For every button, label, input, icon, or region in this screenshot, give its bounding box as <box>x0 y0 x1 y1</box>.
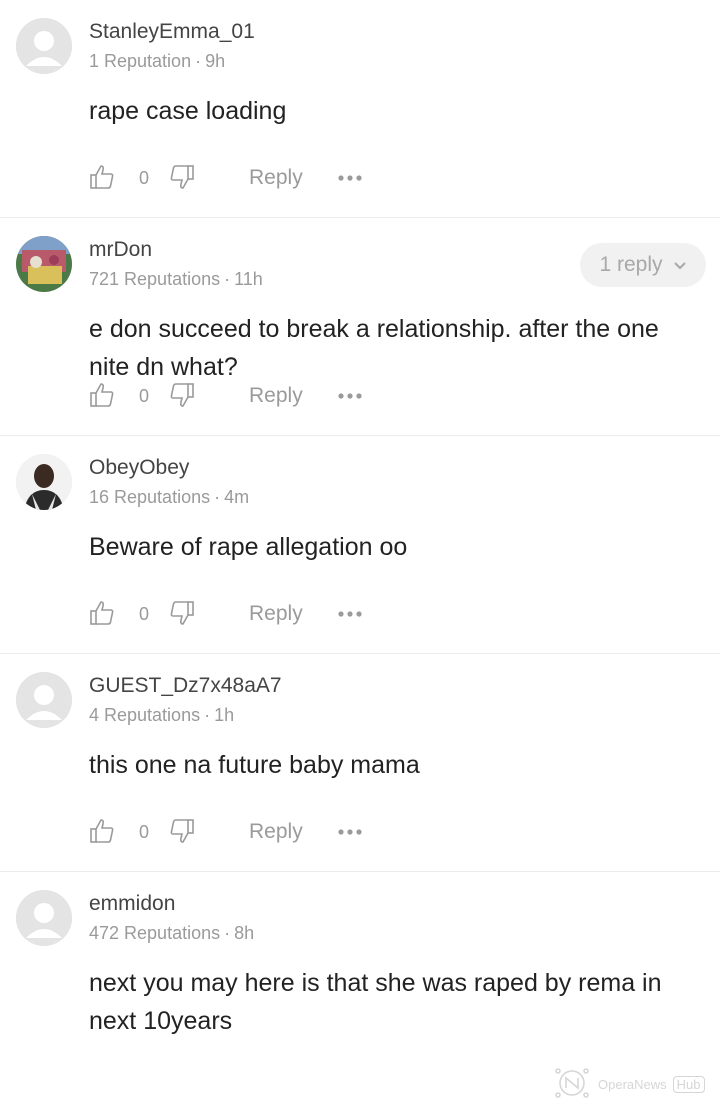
reply-button[interactable]: Reply <box>249 384 303 408</box>
more-dots-icon[interactable] <box>337 606 363 624</box>
reply-button[interactable]: Reply <box>249 820 303 844</box>
comment-time: 9h <box>205 51 226 71</box>
comment-username[interactable]: StanleyEmma_01 <box>89 20 255 44</box>
watermark-hub: Hub <box>672 1075 705 1093</box>
replies-count: 1 reply <box>599 253 663 276</box>
meta-separator: · <box>195 51 202 71</box>
comment-item: ObeyObey 16 Reputations · 4m Beware of rap… <box>0 436 720 654</box>
comment-username[interactable]: emmidon <box>89 892 175 916</box>
thumbs-down-icon[interactable] <box>169 164 195 195</box>
default-avatar-icon[interactable] <box>16 890 72 946</box>
meta-separator: · <box>224 923 231 943</box>
reply-button[interactable]: Reply <box>249 166 303 190</box>
like-count: 0 <box>139 386 150 406</box>
like-count: 0 <box>139 168 150 188</box>
user-photo-avatar[interactable] <box>16 454 72 510</box>
comment-username[interactable]: mrDon <box>89 238 152 262</box>
watermark-brand: OperaNews <box>598 1076 667 1092</box>
chevron-down-icon <box>673 253 687 277</box>
comment-meta: 1 Reputation · 9h <box>89 51 225 72</box>
comment-username[interactable]: ObeyObey <box>89 456 189 480</box>
comment-time: 1h <box>214 705 235 725</box>
meta-separator: · <box>204 705 211 725</box>
comment-time: 8h <box>234 923 255 943</box>
comment-text: this one na future baby mama <box>89 751 420 779</box>
comment-meta: 4 Reputations · 1h <box>89 705 234 726</box>
comment-text: rape case loading <box>89 97 287 125</box>
view-replies-button[interactable]: 1 reply <box>580 243 706 287</box>
meta-separator: · <box>214 487 221 507</box>
comment-meta: 16 Reputations · 4m <box>89 487 249 508</box>
default-avatar-icon[interactable] <box>16 672 72 728</box>
comment-actions: 0 Reply <box>89 810 389 850</box>
comment-text: next you may here is that she was raped … <box>89 969 662 1035</box>
more-dots-icon[interactable] <box>337 388 363 406</box>
reputation-count: 472 Reputations <box>89 923 221 943</box>
comment-actions: 0 Reply <box>89 374 389 414</box>
more-dots-icon[interactable] <box>337 824 363 842</box>
default-avatar-icon[interactable] <box>16 18 72 74</box>
thumbs-up-icon[interactable] <box>89 818 115 849</box>
thumbs-down-icon[interactable] <box>169 382 195 413</box>
reply-button[interactable]: Reply <box>249 602 303 626</box>
meta-separator: · <box>224 269 231 289</box>
reputation-count: 721 Reputations <box>89 269 221 289</box>
comment-actions: 0 Reply <box>89 592 389 632</box>
user-photo-avatar[interactable] <box>16 236 72 292</box>
comment-meta: 472 Reputations · 8h <box>89 923 254 944</box>
more-dots-icon[interactable] <box>337 170 363 188</box>
comment-item: GUEST_Dz7x48aA7 4 Reputations · 1h this on… <box>0 654 720 872</box>
like-count: 0 <box>139 822 150 842</box>
thumbs-down-icon[interactable] <box>169 818 195 849</box>
comment-text: Beware of rape allegation oo <box>89 533 408 561</box>
like-count: 0 <box>139 604 150 624</box>
comment-meta: 721 Reputations · 11h <box>89 269 263 290</box>
comment-time: 4m <box>224 487 250 507</box>
comment-item: StanleyEmma_01 1 Reputation · 9h rape case… <box>0 0 720 218</box>
comment-username[interactable]: GUEST_Dz7x48aA7 <box>89 674 282 698</box>
comment-time: 11h <box>234 269 263 289</box>
thumbs-down-icon[interactable] <box>169 600 195 631</box>
reputation-count: 4 Reputations <box>89 705 201 725</box>
thumbs-up-icon[interactable] <box>89 382 115 413</box>
reputation-count: 1 Reputation <box>89 51 192 71</box>
operanews-hub-watermark: OperaNews Hub <box>552 1062 714 1106</box>
opera-news-logo-icon <box>552 1063 592 1106</box>
reputation-count: 16 Reputations <box>89 487 211 507</box>
thumbs-up-icon[interactable] <box>89 164 115 195</box>
comment-actions: 0 Reply <box>89 156 389 196</box>
thumbs-up-icon[interactable] <box>89 600 115 631</box>
